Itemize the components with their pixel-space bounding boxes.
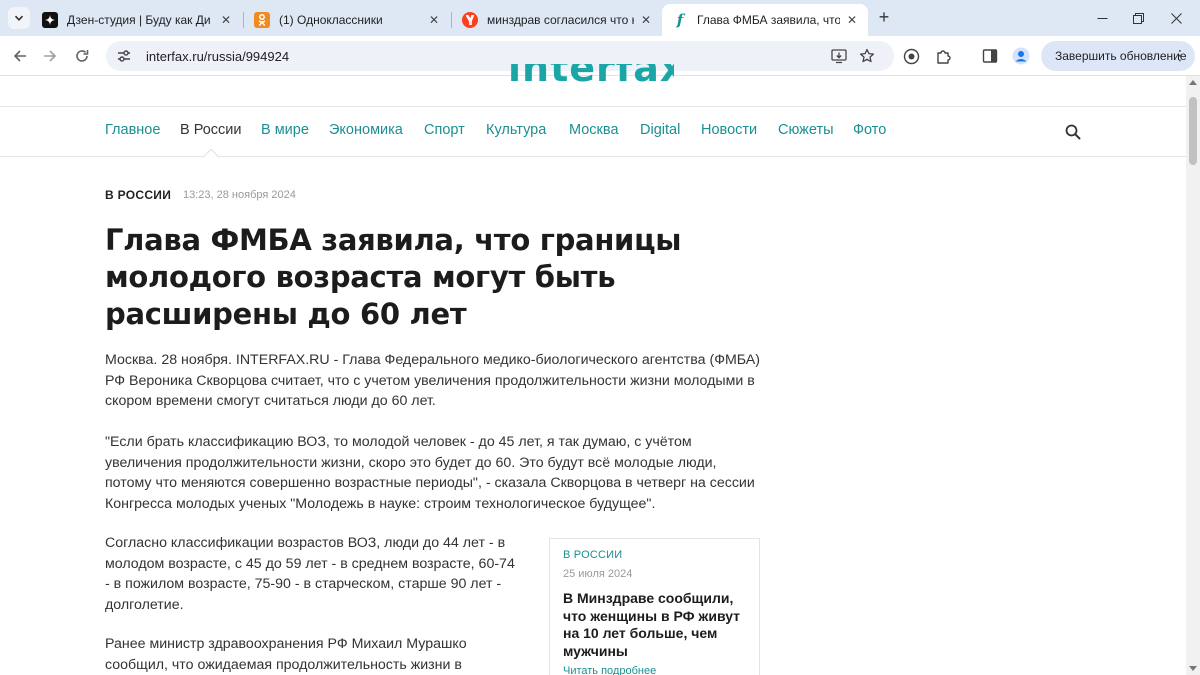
scroll-up-arrow-icon[interactable] <box>1189 80 1197 85</box>
related-title[interactable]: В Минздраве сообщили, что женщины в РФ ж… <box>563 590 746 660</box>
scroll-down-arrow-icon[interactable] <box>1189 666 1197 671</box>
interfax-icon: f <box>676 11 684 29</box>
search-icon[interactable] <box>1065 124 1083 142</box>
related-read-more-link[interactable]: Читать подробнее <box>563 665 746 675</box>
odnoklassniki-icon <box>254 12 270 28</box>
related-article-card[interactable]: В РОССИИ 25 июля 2024 В Минздраве сообщи… <box>549 538 760 675</box>
site-navigation: Главное В России В мире Экономика Спорт … <box>0 106 1186 166</box>
related-rubric[interactable]: В РОССИИ <box>563 549 746 561</box>
tab-interfax[interactable]: f Глава ФМБА заявила, что гран ✕ <box>662 4 868 36</box>
nav-item-culture[interactable]: Культура <box>486 122 546 138</box>
profile-avatar-icon[interactable] <box>1011 46 1031 66</box>
bookmark-star-icon[interactable] <box>858 47 876 65</box>
tab-yandex-search[interactable]: минздрав согласился что над ✕ <box>452 4 662 36</box>
minimize-window-icon[interactable] <box>1092 8 1112 28</box>
related-date: 25 июля 2024 <box>563 568 633 580</box>
tab-odnoklassniki[interactable]: (1) Одноклассники ✕ <box>244 4 450 36</box>
nav-item-russia[interactable]: В России <box>180 122 242 138</box>
forward-arrow-icon[interactable] <box>39 45 61 67</box>
tab-title: минздрав согласился что над <box>487 13 634 27</box>
extensions-puzzle-icon[interactable] <box>933 46 953 66</box>
yandex-icon <box>462 12 478 28</box>
close-tab-icon[interactable]: ✕ <box>638 12 654 28</box>
close-tab-icon[interactable]: ✕ <box>844 12 860 28</box>
tab-title: Глава ФМБА заявила, что гран <box>697 13 840 27</box>
article-rubric[interactable]: В РОССИИ <box>105 188 171 202</box>
interfax-logo[interactable]: interfax <box>508 64 674 92</box>
page-scrollbar[interactable] <box>1186 76 1200 675</box>
nav-item-news[interactable]: Новости <box>701 122 757 138</box>
nav-item-stories[interactable]: Сюжеты <box>778 122 834 138</box>
dzen-icon <box>42 12 58 28</box>
tab-search-chevron-icon[interactable] <box>8 7 30 29</box>
tab-title: Дзен-студия | Буду как Ди Кап <box>67 13 214 27</box>
close-tab-icon[interactable]: ✕ <box>218 12 234 28</box>
interfax-logo-mark-icon: interfax <box>508 64 674 90</box>
article-paragraph: "Если брать классификацию ВОЗ, то молодо… <box>105 434 755 512</box>
more-vert-icon[interactable]: ⋮ <box>1173 47 1187 64</box>
nav-item-digital[interactable]: Digital <box>640 122 680 138</box>
nav-item-economy[interactable]: Экономика <box>329 122 403 138</box>
back-arrow-icon[interactable] <box>9 45 31 67</box>
nav-current-caret <box>202 148 220 166</box>
install-app-icon[interactable] <box>830 47 848 65</box>
new-tab-button[interactable]: + <box>874 8 894 28</box>
tab-title: (1) Одноклассники <box>279 13 383 27</box>
close-window-icon[interactable] <box>1166 8 1186 28</box>
finish-update-button[interactable]: Завершить обновление ⋮ <box>1041 41 1195 71</box>
extension-vpn-icon[interactable] <box>901 46 921 66</box>
site-settings-icon[interactable] <box>116 48 132 64</box>
close-tab-icon[interactable]: ✕ <box>426 12 442 28</box>
nav-item-sport[interactable]: Спорт <box>424 122 465 138</box>
tab-dzen[interactable]: Дзен-студия | Буду как Ди Кап ✕ <box>32 4 242 36</box>
nav-item-photo[interactable]: Фото <box>853 122 886 138</box>
nav-item-moscow[interactable]: Москва <box>569 122 619 138</box>
address-url: interfax.ru/russia/994924 <box>146 48 290 64</box>
article-datetime: 13:23, 28 ноября 2024 <box>183 189 296 201</box>
article-headline: Глава ФМБА заявила, что границы молодого… <box>105 223 682 331</box>
address-bar[interactable]: interfax.ru/russia/994924 <box>106 41 894 71</box>
scrollbar-thumb[interactable] <box>1189 97 1197 165</box>
side-panel-icon[interactable] <box>980 46 1000 66</box>
browser-tabstrip: Дзен-студия | Буду как Ди Кап ✕ (1) Одно… <box>0 0 1200 36</box>
restore-window-icon[interactable] <box>1128 8 1148 28</box>
finish-update-label: Завершить обновление <box>1055 49 1187 63</box>
nav-item-world[interactable]: В мире <box>261 122 309 138</box>
article-paragraph: Ранее министр здравоохранения РФ Михаил … <box>105 636 467 673</box>
article-paragraph: Согласно классификации возрастов ВОЗ, лю… <box>105 535 515 613</box>
nav-item-main[interactable]: Главное <box>105 122 160 138</box>
reload-icon[interactable] <box>71 45 93 67</box>
article-paragraph: Москва. 28 ноября. INTERFAX.RU - Глава Ф… <box>105 352 760 410</box>
